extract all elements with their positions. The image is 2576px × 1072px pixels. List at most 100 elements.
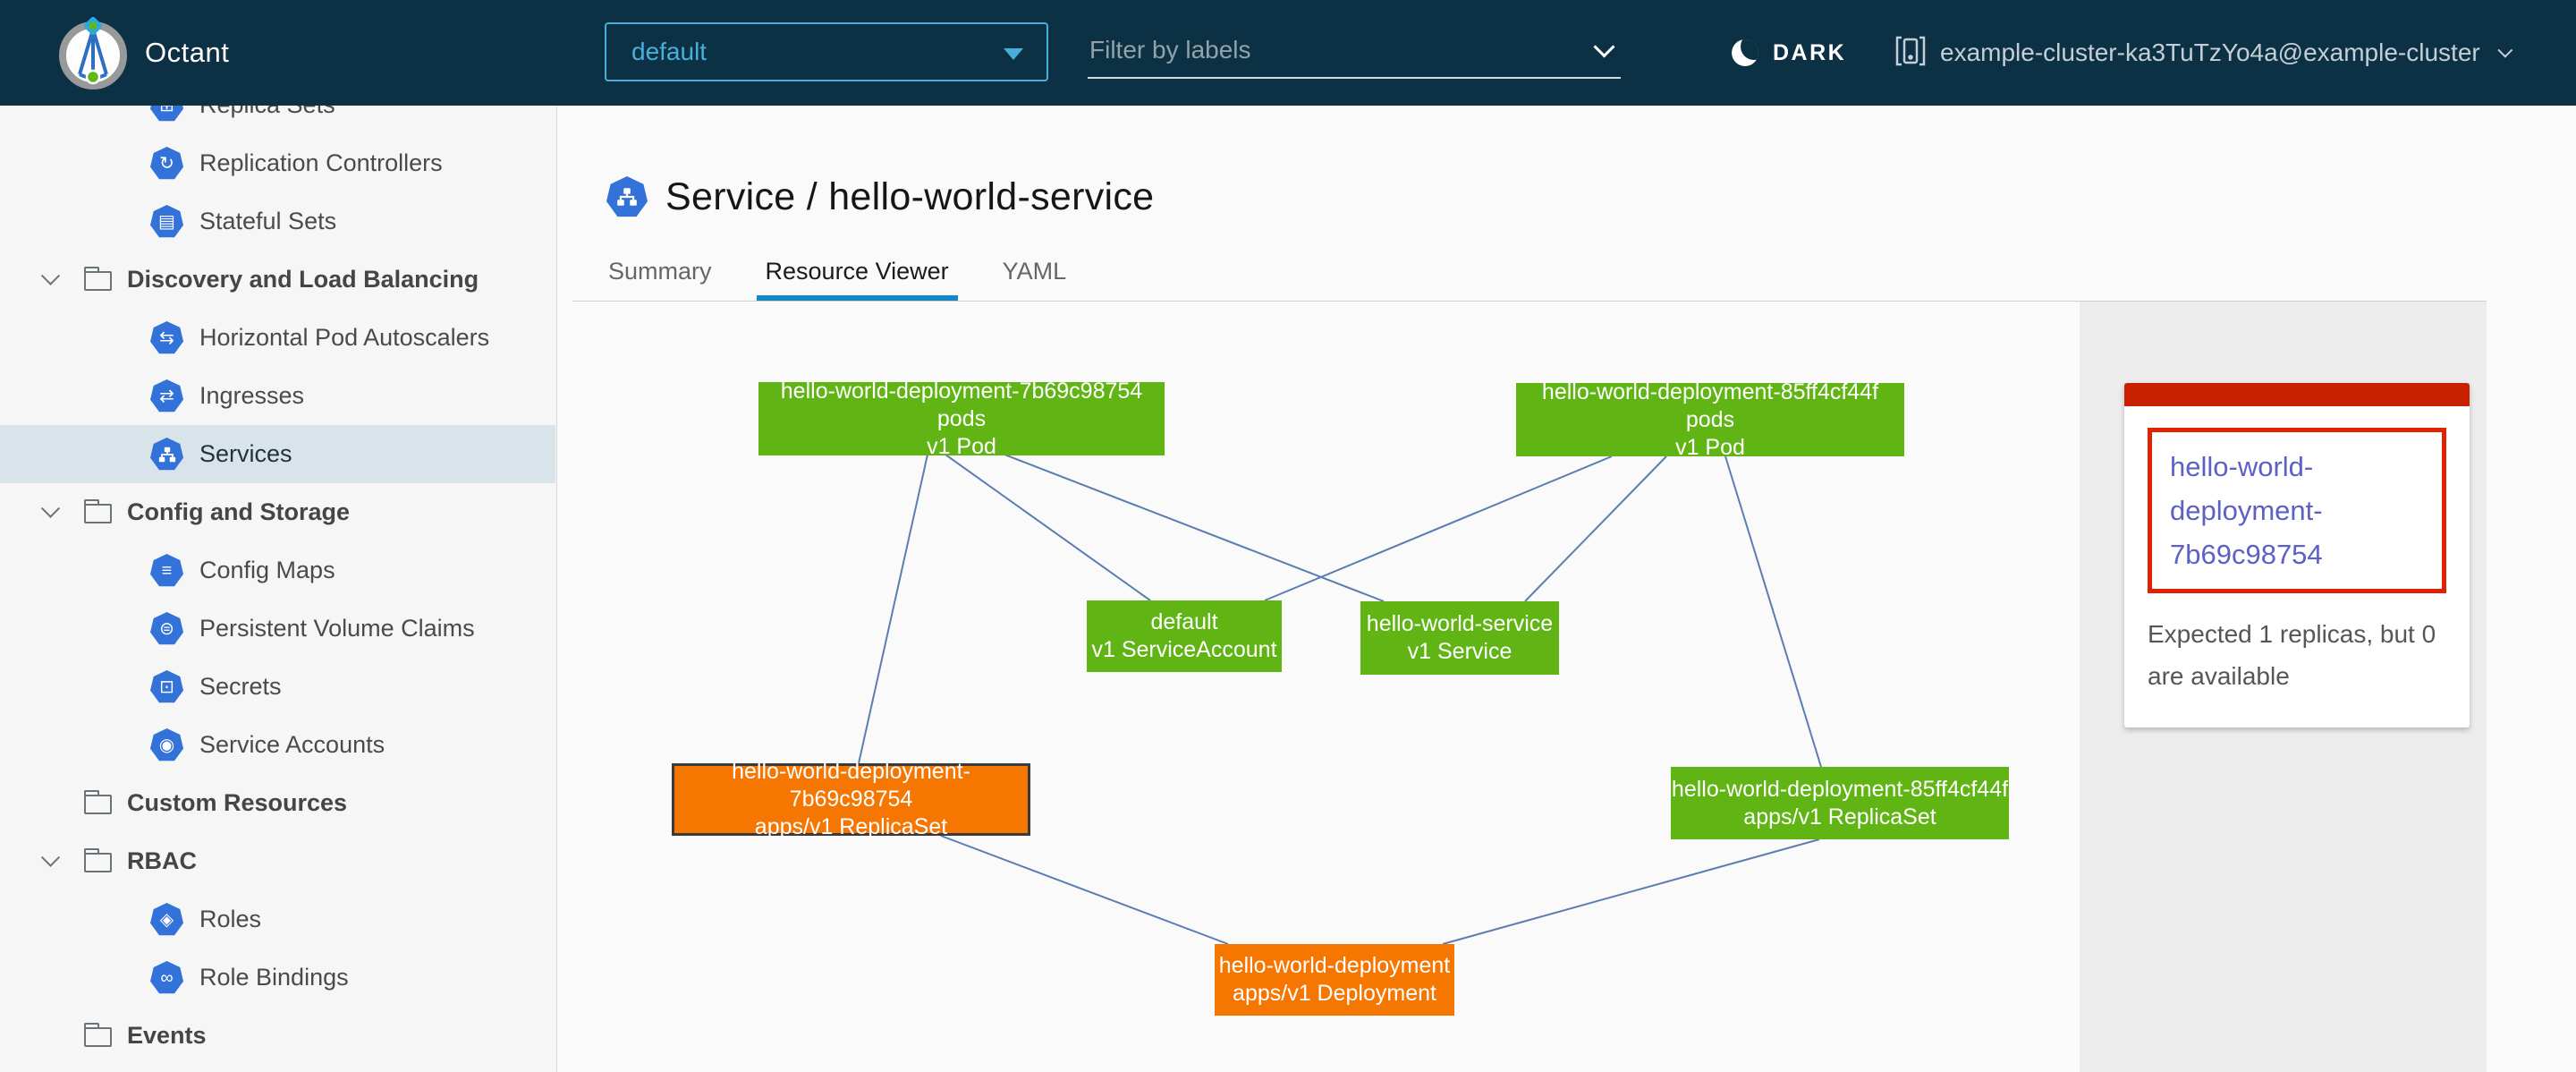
graph-edge — [1004, 455, 1384, 601]
sidebar-group-label: Events — [127, 1022, 207, 1050]
graph-edge — [1443, 839, 1819, 944]
sidebar-item-stateful-sets[interactable]: ▤ Stateful Sets — [0, 192, 555, 251]
node-name: hello-world-service — [1360, 610, 1559, 638]
octant-app-window: Octant default Filter by labels DARK exa — [0, 0, 2576, 1072]
sidebar-item-label: Replica Sets — [199, 106, 335, 119]
dark-theme-toggle[interactable]: DARK — [1732, 0, 1846, 106]
sidebar-item-label: Roles — [199, 906, 261, 933]
chevron-down-icon[interactable] — [41, 499, 60, 518]
replication-controller-icon: ↻ — [150, 147, 183, 180]
sidebar-item-config-maps[interactable]: ≡ Config Maps — [0, 541, 555, 600]
sidebar-group-config-and-storage[interactable]: Config and Storage — [0, 483, 555, 541]
main-content: Service / hello-world-service Summary Re… — [558, 106, 2576, 1072]
cluster-context-selector[interactable]: example-cluster-ka3TuTzYo4a@example-clus… — [1894, 0, 2508, 106]
node-name: hello-world-deployment-85ff4cf44f pods — [1516, 379, 1904, 434]
graph-node-pod-7b69c98754[interactable]: hello-world-deployment-7b69c98754 pods v… — [758, 382, 1165, 455]
sidebar-item-secrets[interactable]: ⊡ Secrets — [0, 658, 555, 716]
label-filter-placeholder: Filter by labels — [1089, 36, 1251, 64]
sidebar-item-label: Persistent Volume Claims — [199, 615, 475, 642]
moon-icon — [1732, 39, 1758, 66]
chevron-down-icon[interactable] — [41, 267, 60, 285]
folder-icon — [84, 1027, 112, 1047]
sidebar-group-label: Config and Storage — [127, 498, 350, 526]
replica-set-icon: ⊞ — [150, 106, 183, 122]
app-title: Octant — [145, 0, 229, 106]
graph-edge — [859, 455, 928, 763]
dark-theme-label: DARK — [1773, 40, 1846, 66]
hpa-icon: ⇆ — [150, 321, 183, 354]
sidebar-item-label: Role Bindings — [199, 964, 349, 991]
ingress-icon: ⇄ — [150, 379, 183, 413]
stateful-set-icon: ▤ — [150, 205, 183, 238]
namespace-dropdown[interactable]: default — [605, 22, 1048, 81]
sidebar-group-rbac[interactable]: RBAC — [0, 832, 555, 890]
sidebar-item-service-accounts[interactable]: ◉ Service Accounts — [0, 716, 555, 774]
sidebar-group-custom-resources[interactable]: Custom Resources — [0, 774, 555, 832]
graph-node-pod-85ff4cf44f[interactable]: hello-world-deployment-85ff4cf44f pods v… — [1516, 383, 1904, 456]
node-name: hello-world-deployment-7b69c98754 — [674, 758, 1028, 813]
service-icon — [606, 176, 648, 217]
sidebar-item-role-bindings[interactable]: ∞ Role Bindings — [0, 949, 555, 1007]
tab-yaml[interactable]: YAML — [1003, 258, 1067, 301]
graph-edge — [945, 455, 1150, 600]
sidebar-item-label: Services — [199, 440, 292, 468]
graph-node-replicaset-85ff4cf44f[interactable]: hello-world-deployment-85ff4cf44f apps/v… — [1671, 767, 2009, 839]
card-body: hello-world-deployment-7b69c98754 Expect… — [2124, 406, 2470, 727]
tab-summary[interactable]: Summary — [608, 258, 712, 301]
alert-box: hello-world-deployment-7b69c98754 — [2148, 428, 2446, 593]
role-icon: ◈ — [150, 903, 183, 936]
graph-node-service-hello-world-service[interactable]: hello-world-service v1 Service — [1360, 601, 1559, 675]
folder-icon — [84, 795, 112, 814]
card-status-bar — [2124, 383, 2470, 406]
graph-edge — [1525, 456, 1666, 601]
graph-node-replicaset-7b69c98754[interactable]: hello-world-deployment-7b69c98754 apps/v… — [672, 763, 1030, 836]
sidebar-item-label: Horizontal Pod Autoscalers — [199, 324, 489, 352]
graph-node-serviceaccount-default[interactable]: default v1 ServiceAccount — [1087, 600, 1282, 672]
sidebar-item-roles[interactable]: ◈ Roles — [0, 890, 555, 949]
page-title-text: Service / hello-world-service — [665, 175, 1154, 219]
sidebar-item-label: Stateful Sets — [199, 208, 336, 235]
label-filter-input[interactable]: Filter by labels — [1088, 27, 1621, 79]
sidebar-item-replica-sets[interactable]: ⊞ Replica Sets — [0, 106, 555, 134]
secret-icon: ⊡ — [150, 670, 183, 703]
sidebar-navigation: ⊞ Replica Sets ↻ Replication Controllers… — [0, 106, 557, 1072]
folder-icon — [84, 504, 112, 523]
sidebar-item-label: Replication Controllers — [199, 149, 443, 177]
replicaset-link[interactable]: hello-world-deployment-7b69c98754 — [2170, 445, 2433, 576]
node-name: hello-world-deployment-7b69c98754 pods — [758, 378, 1165, 433]
graph-edge — [1725, 456, 1821, 767]
sidebar-item-label: Secrets — [199, 673, 282, 701]
sidebar-group-label: Discovery and Load Balancing — [127, 266, 479, 294]
node-name: default — [1087, 608, 1282, 636]
service-account-icon: ◉ — [150, 728, 183, 761]
service-icon — [150, 438, 183, 471]
chevron-down-icon[interactable] — [1593, 36, 1614, 57]
node-kind: apps/v1 Deployment — [1215, 980, 1454, 1008]
sidebar-item-label: Ingresses — [199, 382, 304, 410]
octant-logo-icon — [54, 13, 132, 92]
chevron-down-icon[interactable] — [41, 848, 60, 867]
tab-resource-viewer[interactable]: Resource Viewer — [766, 258, 949, 301]
node-name: hello-world-deployment — [1215, 952, 1454, 980]
sidebar-group-label: RBAC — [127, 847, 197, 875]
sidebar-group-events[interactable]: Events — [0, 1007, 555, 1065]
sidebar-item-services[interactable]: Services — [0, 425, 555, 483]
tab-bar: Summary Resource Viewer YAML — [608, 256, 1066, 301]
sidebar-item-horizontal-pod-autoscalers[interactable]: ⇆ Horizontal Pod Autoscalers — [0, 309, 555, 367]
graph-node-deployment-hello-world-deployment[interactable]: hello-world-deployment apps/v1 Deploymen… — [1215, 944, 1454, 1016]
sidebar-group-label: Custom Resources — [127, 789, 347, 817]
card-message: Expected 1 replicas, but 0 are available — [2148, 613, 2446, 697]
namespace-dropdown-value: default — [631, 38, 707, 66]
sidebar-group-discovery-and-load-balancing[interactable]: Discovery and Load Balancing — [0, 251, 555, 309]
node-kind: v1 ServiceAccount — [1087, 636, 1282, 664]
page-title: Service / hello-world-service — [606, 168, 1154, 225]
node-kind: apps/v1 ReplicaSet — [674, 813, 1028, 841]
sidebar-item-replication-controllers[interactable]: ↻ Replication Controllers — [0, 134, 555, 192]
pvc-icon: ⊜ — [150, 612, 183, 645]
resource-viewer-graph[interactable]: hello-world-deployment-7b69c98754 pods v… — [558, 302, 2080, 1072]
sidebar-item-persistent-volume-claims[interactable]: ⊜ Persistent Volume Claims — [0, 600, 555, 658]
dropdown-caret-icon — [1004, 48, 1023, 60]
sidebar-item-label: Service Accounts — [199, 731, 385, 759]
sidebar-item-ingresses[interactable]: ⇄ Ingresses — [0, 367, 555, 425]
folder-icon — [84, 853, 112, 872]
